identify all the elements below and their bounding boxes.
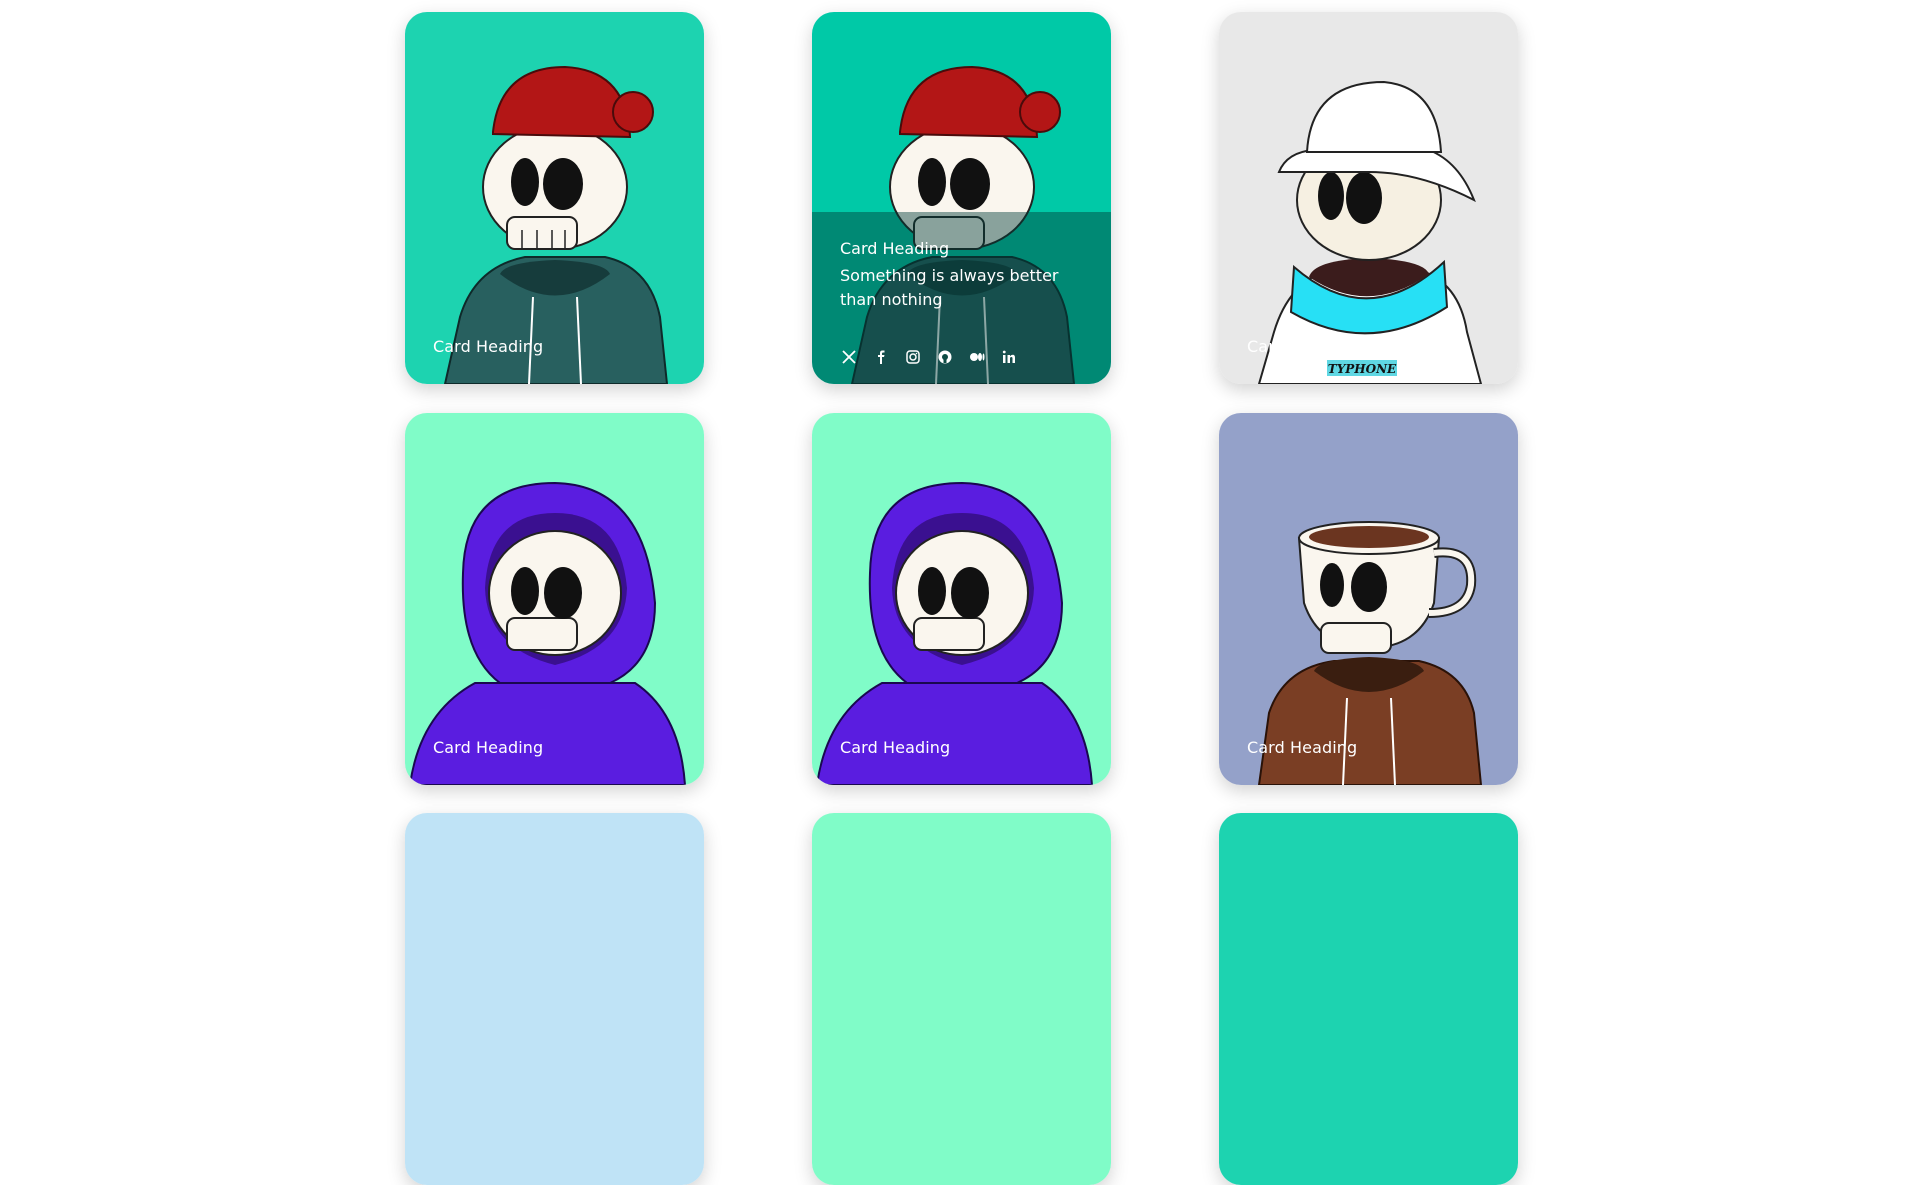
card-4[interactable]: Card Heading: [405, 413, 704, 785]
skull-purple-hood-art: [405, 413, 704, 785]
card-heading: Card Heading: [1247, 337, 1358, 356]
skull-beanie-art: [405, 12, 704, 384]
card-heading: Card Heading: [433, 337, 544, 356]
card-8[interactable]: [812, 813, 1111, 1185]
card-9[interactable]: [1219, 813, 1518, 1185]
card-5[interactable]: Card Heading: [812, 413, 1111, 785]
x-icon[interactable]: [840, 348, 858, 366]
shirt-text: TYPHONE: [1328, 362, 1397, 376]
card-art: [405, 813, 704, 1185]
card-6[interactable]: Card Heading: [1219, 413, 1518, 785]
card-art: [812, 813, 1111, 1185]
skull-purple-hood-art: [812, 413, 1111, 785]
card-art: [1219, 813, 1518, 1185]
card-1[interactable]: Card Heading: [405, 12, 704, 384]
github-icon[interactable]: [936, 348, 954, 366]
card-heading: Card Heading: [1247, 738, 1358, 757]
card-description: Something is always better than nothing: [840, 266, 1059, 309]
card-heading: Card Heading: [840, 738, 951, 757]
instagram-icon[interactable]: [904, 348, 922, 366]
facebook-icon[interactable]: [872, 348, 890, 366]
skull-mug-art: [1219, 413, 1518, 785]
card-3[interactable]: TYPHONE Card Heading: [1219, 12, 1518, 384]
card-heading: Card Heading: [433, 738, 544, 757]
card-heading: Card Heading: [840, 239, 950, 258]
skull-beanie-art: [812, 12, 1111, 384]
card-grid: Card Heading Card Heading Something is a…: [0, 0, 1920, 1185]
skull-bucket-hat-art: TYPHONE: [1219, 12, 1518, 384]
card-hover-info: Card Heading Something is always better …: [840, 239, 1091, 312]
linkedin-icon[interactable]: [1000, 348, 1018, 366]
card-2[interactable]: Card Heading Something is always better …: [812, 12, 1111, 384]
social-links: [840, 348, 1018, 366]
card-7[interactable]: [405, 813, 704, 1185]
medium-icon[interactable]: [968, 348, 986, 366]
